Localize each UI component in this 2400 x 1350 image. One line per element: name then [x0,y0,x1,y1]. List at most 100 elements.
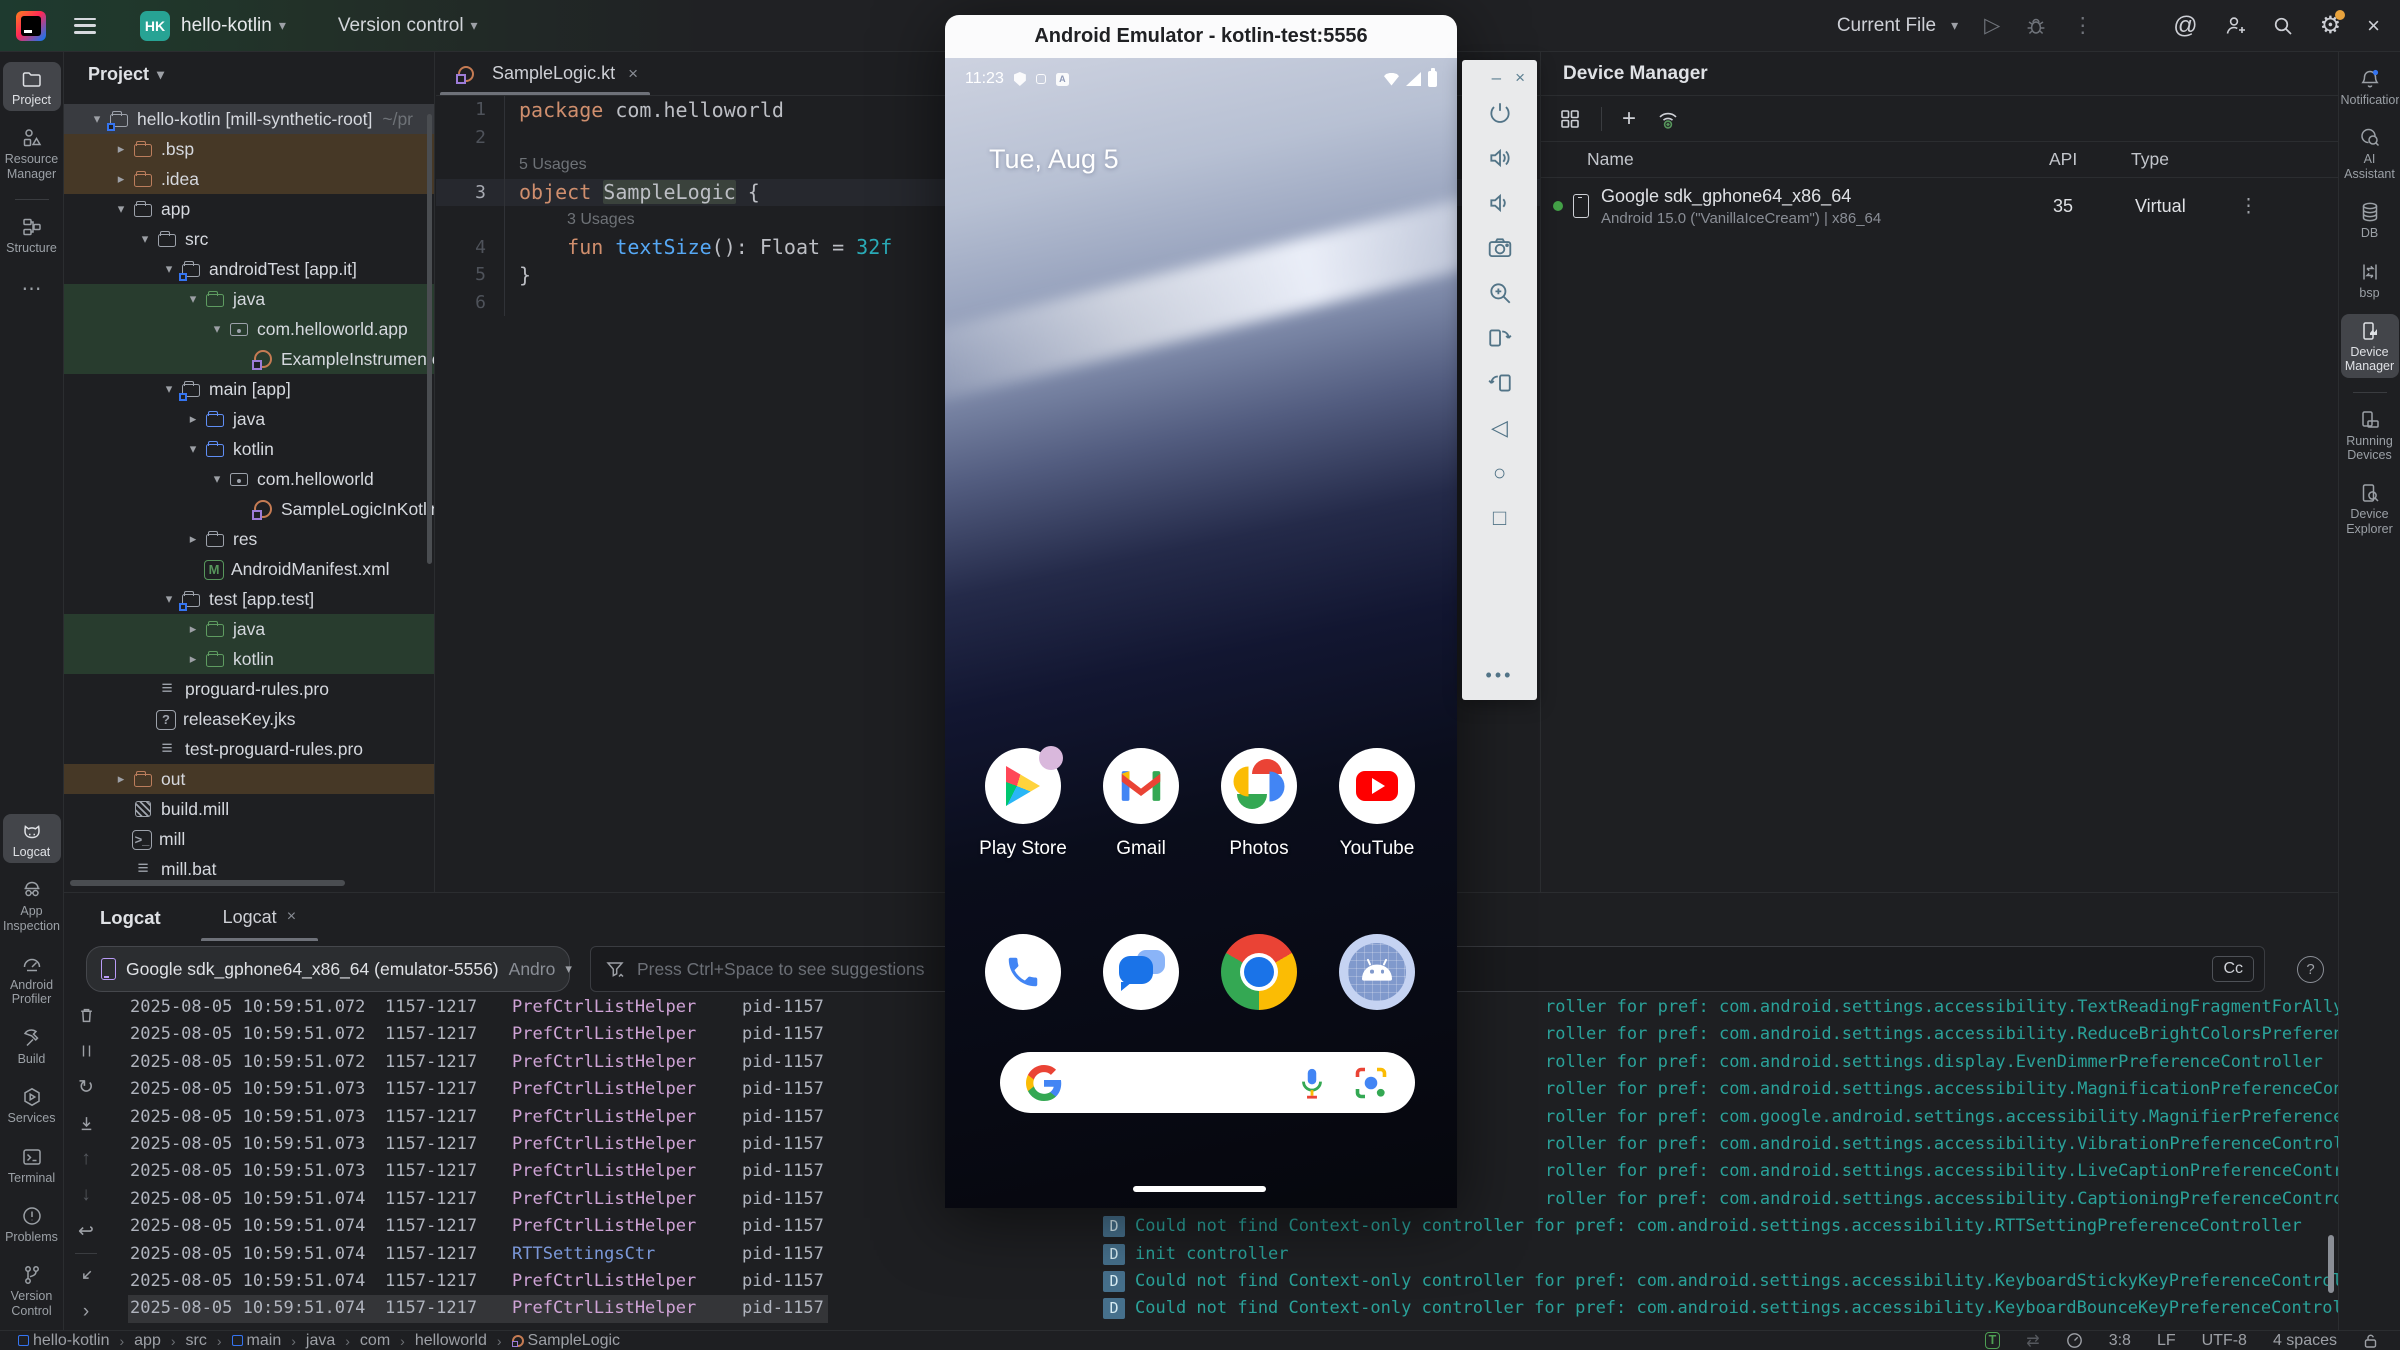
restart-logcat-icon[interactable]: ↻ [64,1069,108,1105]
volume-down-icon[interactable] [1487,180,1513,225]
soft-wrap-icon[interactable]: ↩ [64,1213,108,1249]
add-device-icon[interactable]: + [1622,107,1636,131]
app-play-store[interactable]: Play Store [964,748,1082,860]
breadcrumb-item[interactable]: › SampleLogic [491,1332,620,1350]
tree-row[interactable]: ≡ proguard-rules.pro [64,674,435,704]
emulator-minimize-icon[interactable]: – [1492,68,1501,88]
home-indicator[interactable] [1133,1186,1266,1192]
tree-row[interactable]: build.mill [64,794,435,824]
tree-row[interactable]: ▾ java [64,284,435,314]
sidebar-item-resource-manager[interactable]: Resource Manager [3,121,61,185]
jump-to-end-icon[interactable] [64,1258,108,1294]
project-avatar[interactable]: HK [140,11,170,41]
sidebar-item-structure[interactable]: Structure [3,210,61,259]
tree-row[interactable]: ▸ .bsp [64,134,435,164]
sidebar-item-services[interactable]: Services [3,1080,61,1129]
tree-row[interactable]: ▸ kotlin [64,644,435,674]
emulator-close-icon[interactable]: × [1515,68,1525,88]
bsp-sync-icon[interactable]: ⇄ [2026,1331,2039,1350]
volume-up-icon[interactable] [1487,135,1513,180]
tree-row[interactable]: ▾ src [64,224,435,254]
sidebar-item-device-manager[interactable]: Device Manager [2341,314,2399,378]
zoom-icon[interactable] [1487,270,1513,315]
tree-row[interactable]: ▾ com.helloworld [64,464,435,494]
tree-chevron-icon[interactable]: ▾ [182,441,204,457]
sidebar-item-more[interactable]: ⋯ [3,270,61,305]
camera-icon[interactable] [1487,225,1513,270]
home-date-widget[interactable]: Tue, Aug 5 [989,144,1119,175]
settings-gear-icon[interactable]: ⚙ [2320,14,2342,38]
breadcrumb-item[interactable]: › hello-kotlin [18,1332,109,1350]
tree-row[interactable]: ▾ com.helloworld.app [64,314,435,344]
rotate-left-icon[interactable] [1487,315,1513,360]
tree-chevron-icon[interactable]: ▸ [182,621,204,637]
vertical-scrollbar[interactable] [427,114,432,564]
column-api[interactable]: API [2049,149,2131,170]
tree-row[interactable]: ▾ test [app.test] [64,584,435,614]
breadcrumb-item[interactable]: › java [285,1332,335,1350]
device-more-icon[interactable]: ⋮ [2239,195,2258,218]
tree-row[interactable]: ▾ hello-kotlin [mill-synthetic-root] ~/p… [64,104,435,134]
project-name[interactable]: hello-kotlin [181,15,272,37]
sidebar-item-running-devices[interactable]: Running Devices [2341,403,2399,467]
tree-row[interactable]: ▸ .idea [64,164,435,194]
search-icon[interactable] [2272,15,2294,37]
breadcrumb-item[interactable]: › com [339,1332,390,1350]
tree-chevron-icon[interactable]: ▾ [158,591,180,607]
tree-row[interactable]: >_ mill [64,824,435,854]
device-grid-icon[interactable] [1559,108,1581,130]
usages-hint[interactable]: 3 Usages [505,211,635,229]
tree-row[interactable]: ≡ test-proguard-rules.pro [64,734,435,764]
sidebar-item-version-control[interactable]: Version Control [3,1258,61,1322]
next-occurrence-icon[interactable]: ↓ [64,1177,108,1213]
column-type[interactable]: Type [2131,149,2235,170]
pair-wifi-icon[interactable] [1656,107,1680,131]
app-messages[interactable] [1082,934,1200,1010]
scroll-to-end-icon[interactable] [64,1105,108,1141]
logcat-device-selector[interactable]: Google sdk_gphone64_x86_64 (emulator-555… [86,946,570,992]
main-menu-button[interactable] [74,18,96,34]
sidebar-item-android-profiler[interactable]: Android Profiler [3,947,61,1011]
app-phone[interactable] [964,934,1082,1010]
caret-position[interactable]: 3:8 [2109,1332,2131,1350]
sidebar-item-project[interactable]: Project [3,62,61,111]
line-ending[interactable]: LF [2157,1332,2176,1350]
power-icon[interactable] [1487,90,1513,135]
sidebar-item-app-inspection[interactable]: App Inspection [3,873,61,937]
tab-close-icon[interactable]: × [287,908,296,926]
sidebar-item-device-explorer[interactable]: Device Explorer [2341,476,2399,540]
tree-row[interactable]: ▾ androidTest [app.it] [64,254,435,284]
horizontal-scrollbar[interactable] [70,880,345,886]
tree-row[interactable]: ▾ main [app] [64,374,435,404]
vertical-scrollbar[interactable] [2328,1235,2334,1293]
breadcrumb-item[interactable]: › app [113,1332,160,1350]
log-row[interactable]: 2025-08-05 10:59:51.074 1157-1217 PrefCt… [108,1213,2338,1240]
tree-row[interactable]: ▾ kotlin [64,434,435,464]
logcat-panel-title[interactable]: Logcat [100,907,161,941]
sidebar-item-bsp[interactable]: bsp [2341,255,2399,304]
app-photos[interactable]: Photos [1200,748,1318,860]
tree-row[interactable]: SampleLogicInKotlin [64,494,435,524]
tree-row[interactable]: ? releaseKey.jks [64,704,435,734]
tab-samplelogic[interactable]: SampleLogic.kt × [436,52,654,95]
app-sdk-setup[interactable] [1318,934,1436,1010]
help-icon[interactable]: ? [2297,956,2324,983]
ai-assistant-icon[interactable]: @ [2173,14,2197,38]
run-button[interactable]: ▷ [1984,15,2000,36]
tree-chevron-icon[interactable]: ▸ [110,141,132,157]
tab-close-icon[interactable]: × [628,64,638,84]
app-youtube[interactable]: YouTube [1318,748,1436,860]
add-user-icon[interactable] [2224,15,2246,37]
expand-icon[interactable]: › [64,1294,108,1330]
tab-logcat[interactable]: Logcat × [215,893,304,941]
memory-indicator-icon[interactable] [2066,1332,2083,1349]
column-name[interactable]: Name [1541,149,2049,170]
tree-chevron-icon[interactable]: ▾ [86,111,108,127]
tree-row[interactable]: M AndroidManifest.xml [64,554,435,584]
tree-chevron-icon[interactable]: ▾ [110,201,132,217]
sidebar-item-problems[interactable]: Problems [3,1199,61,1248]
sidebar-item-build[interactable]: Build [3,1021,61,1070]
tree-row[interactable]: ExampleInstrumented [64,344,435,374]
more-actions-button[interactable]: ⋮ [2072,15,2093,36]
tree-chevron-icon[interactable]: ▸ [182,531,204,547]
